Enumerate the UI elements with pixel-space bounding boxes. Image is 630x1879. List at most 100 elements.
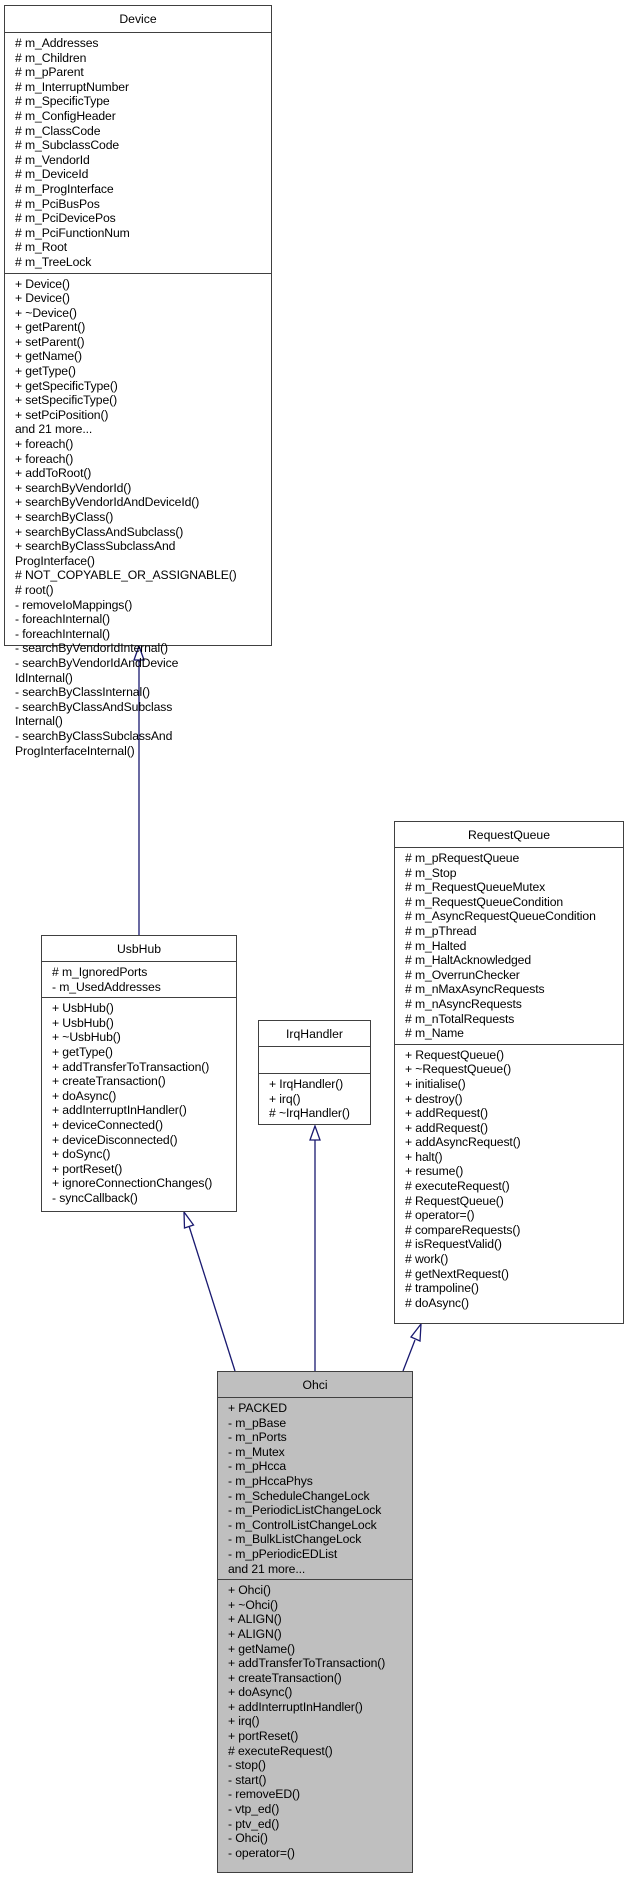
device-method-item[interactable]: - searchByClassSubclassAnd: [15, 729, 271, 744]
requestqueue-method-item[interactable]: + halt(): [405, 1150, 623, 1165]
usbhub-attribute-item[interactable]: - m_UsedAddresses: [52, 980, 236, 995]
usbhub-method-item[interactable]: + UsbHub(): [52, 1016, 236, 1031]
requestqueue-method-item[interactable]: + ~RequestQueue(): [405, 1062, 623, 1077]
irqhandler-method-item[interactable]: + irq(): [269, 1092, 370, 1107]
device-method-item[interactable]: + ~Device(): [15, 306, 271, 321]
device-method-item[interactable]: + searchByVendorId(): [15, 481, 271, 496]
requestqueue-attribute-item[interactable]: # m_Halted: [405, 939, 623, 954]
ohci-method-item[interactable]: - ptv_ed(): [228, 1817, 412, 1832]
device-method-item[interactable]: # root(): [15, 583, 271, 598]
ohci-method-item[interactable]: - stop(): [228, 1758, 412, 1773]
requestqueue-method-item[interactable]: + addRequest(): [405, 1106, 623, 1121]
requestqueue-attribute-item[interactable]: # m_OverrunChecker: [405, 968, 623, 983]
device-method-item[interactable]: + Device(): [15, 291, 271, 306]
device-method-item[interactable]: + getParent(): [15, 320, 271, 335]
requestqueue-method-item[interactable]: + addRequest(): [405, 1121, 623, 1136]
device-method-item[interactable]: ProgInterfaceInternal(): [15, 744, 271, 759]
device-method-item[interactable]: + foreach(): [15, 452, 271, 467]
ohci-attribute-item[interactable]: - m_ControlListChangeLock: [228, 1518, 412, 1533]
ohci-attribute-item[interactable]: - m_Mutex: [228, 1445, 412, 1460]
device-method-item[interactable]: + Device(): [15, 277, 271, 292]
ohci-attribute-item[interactable]: - m_pPeriodicEDList: [228, 1547, 412, 1562]
ohci-attribute-item[interactable]: - m_pBase: [228, 1416, 412, 1431]
device-attribute-item[interactable]: # m_PciBusPos: [15, 197, 271, 212]
ohci-method-item[interactable]: + ALIGN(): [228, 1627, 412, 1642]
ohci-attribute-item[interactable]: + PACKED: [228, 1401, 412, 1416]
device-attribute-item[interactable]: # m_Children: [15, 51, 271, 66]
device-attribute-item[interactable]: # m_SpecificType: [15, 94, 271, 109]
requestqueue-method-item[interactable]: + destroy(): [405, 1092, 623, 1107]
ohci-attribute-item[interactable]: - m_pHcca: [228, 1459, 412, 1474]
requestqueue-method-item[interactable]: # compareRequests(): [405, 1223, 623, 1238]
device-method-item[interactable]: + foreach(): [15, 437, 271, 452]
ohci-method-item[interactable]: + addTransferToTransaction(): [228, 1656, 412, 1671]
device-method-item[interactable]: + searchByClassAndSubclass(): [15, 525, 271, 540]
ohci-method-item[interactable]: + irq(): [228, 1714, 412, 1729]
ohci-method-item[interactable]: - operator=(): [228, 1846, 412, 1861]
device-method-item[interactable]: + setParent(): [15, 335, 271, 350]
device-method-item[interactable]: IdInternal(): [15, 671, 271, 686]
ohci-method-item[interactable]: # executeRequest(): [228, 1744, 412, 1759]
ohci-method-item[interactable]: - Ohci(): [228, 1831, 412, 1846]
ohci-method-item[interactable]: + doAsync(): [228, 1685, 412, 1700]
irqhandler-method-item[interactable]: + IrqHandler(): [269, 1077, 370, 1092]
requestqueue-attribute-item[interactable]: # m_pThread: [405, 924, 623, 939]
class-requestqueue[interactable]: RequestQueue # m_pRequestQueue # m_Stop # …: [394, 821, 624, 1324]
requestqueue-attribute-item[interactable]: # m_AsyncRequestQueueCondition: [405, 909, 623, 924]
device-method-item[interactable]: ProgInterface(): [15, 554, 271, 569]
device-attribute-item[interactable]: # m_Addresses: [15, 36, 271, 51]
ohci-attribute-item[interactable]: - m_BulkListChangeLock: [228, 1532, 412, 1547]
usbhub-method-item[interactable]: + UsbHub(): [52, 1001, 236, 1016]
ohci-method-item[interactable]: - start(): [228, 1773, 412, 1788]
ohci-method-item[interactable]: + createTransaction(): [228, 1671, 412, 1686]
requestqueue-method-item[interactable]: + RequestQueue(): [405, 1048, 623, 1063]
requestqueue-method-item[interactable]: + initialise(): [405, 1077, 623, 1092]
class-device[interactable]: Device # m_Addresses # m_Children # m_pPar…: [4, 5, 272, 758]
usbhub-method-item[interactable]: - syncCallback(): [52, 1191, 236, 1206]
ohci-method-item[interactable]: + getName(): [228, 1642, 412, 1657]
ohci-method-item[interactable]: + ~Ohci(): [228, 1598, 412, 1613]
requestqueue-attribute-item[interactable]: # m_RequestQueueMutex: [405, 880, 623, 895]
ohci-method-item[interactable]: + Ohci(): [228, 1583, 412, 1598]
requestqueue-method-item[interactable]: # RequestQueue(): [405, 1194, 623, 1209]
device-method-item[interactable]: - foreachInternal(): [15, 627, 271, 642]
requestqueue-attribute-item[interactable]: # m_nTotalRequests: [405, 1012, 623, 1027]
ohci-attribute-item[interactable]: - m_nPorts: [228, 1430, 412, 1445]
usbhub-method-item[interactable]: + addInterruptInHandler(): [52, 1103, 236, 1118]
ohci-attribute-item[interactable]: - m_ScheduleChangeLock: [228, 1489, 412, 1504]
requestqueue-method-item[interactable]: # executeRequest(): [405, 1179, 623, 1194]
ohci-attribute-item[interactable]: and 21 more...: [228, 1562, 412, 1577]
usbhub-method-item[interactable]: + addTransferToTransaction(): [52, 1060, 236, 1075]
ohci-method-item[interactable]: + portReset(): [228, 1729, 412, 1744]
device-method-item[interactable]: + setPciPosition(): [15, 408, 271, 423]
usbhub-attribute-item[interactable]: # m_IgnoredPorts: [52, 965, 236, 980]
device-method-item[interactable]: + searchByClass(): [15, 510, 271, 525]
requestqueue-method-item[interactable]: # operator=(): [405, 1208, 623, 1223]
ohci-method-item[interactable]: - removeED(): [228, 1787, 412, 1802]
device-method-item[interactable]: - searchByClassAndSubclass: [15, 700, 271, 715]
requestqueue-method-item[interactable]: # getNextRequest(): [405, 1267, 623, 1282]
device-attribute-item[interactable]: # m_TreeLock: [15, 255, 271, 270]
device-attribute-item[interactable]: # m_pParent: [15, 65, 271, 80]
usbhub-method-item[interactable]: + deviceConnected(): [52, 1118, 236, 1133]
ohci-attribute-item[interactable]: - m_pHccaPhys: [228, 1474, 412, 1489]
device-attribute-item[interactable]: # m_SubclassCode: [15, 138, 271, 153]
device-attribute-item[interactable]: # m_VendorId: [15, 153, 271, 168]
ohci-attribute-item[interactable]: - m_PeriodicListChangeLock: [228, 1503, 412, 1518]
ohci-method-item[interactable]: + addInterruptInHandler(): [228, 1700, 412, 1715]
device-method-item[interactable]: - removeIoMappings(): [15, 598, 271, 613]
device-method-item[interactable]: and 21 more...: [15, 422, 271, 437]
device-attribute-item[interactable]: # m_ConfigHeader: [15, 109, 271, 124]
device-attribute-item[interactable]: # m_Root: [15, 240, 271, 255]
requestqueue-attribute-item[interactable]: # m_RequestQueueCondition: [405, 895, 623, 910]
usbhub-method-item[interactable]: + portReset(): [52, 1162, 236, 1177]
device-method-item[interactable]: Internal(): [15, 714, 271, 729]
class-ohci[interactable]: Ohci + PACKED - m_pBase - m_nPorts - m_Mute…: [217, 1371, 413, 1873]
requestqueue-attribute-item[interactable]: # m_nMaxAsyncRequests: [405, 982, 623, 997]
usbhub-method-item[interactable]: + deviceDisconnected(): [52, 1133, 236, 1148]
ohci-method-item[interactable]: + ALIGN(): [228, 1612, 412, 1627]
device-method-item[interactable]: + getSpecificType(): [15, 379, 271, 394]
device-method-item[interactable]: + searchByVendorIdAndDeviceId(): [15, 495, 271, 510]
device-method-item[interactable]: - searchByClassInternal(): [15, 685, 271, 700]
ohci-method-item[interactable]: - vtp_ed(): [228, 1802, 412, 1817]
